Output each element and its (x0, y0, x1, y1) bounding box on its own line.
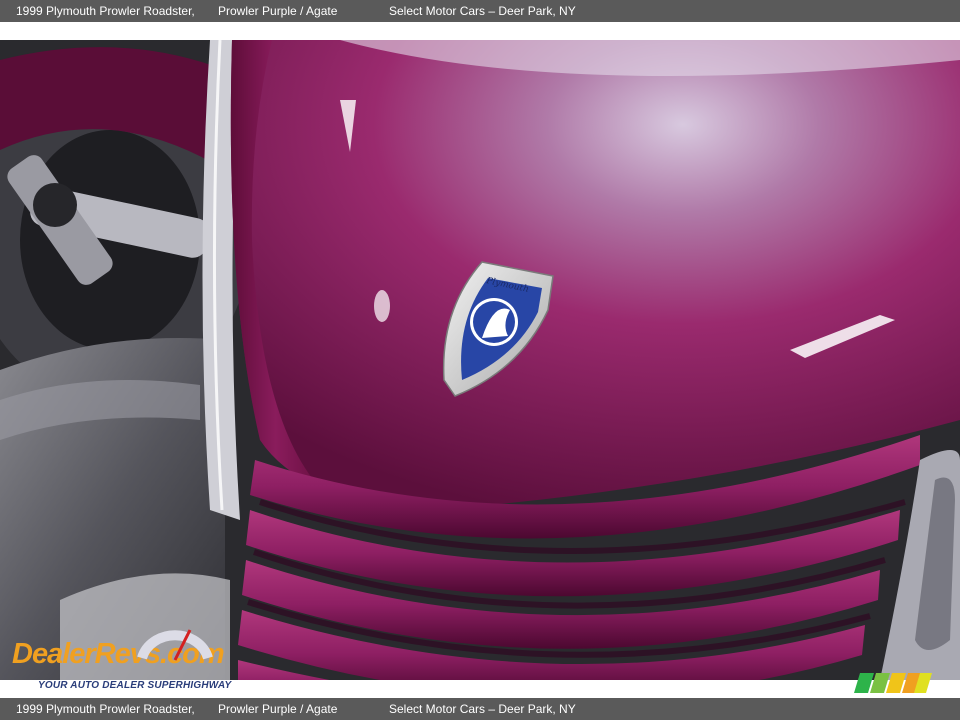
watermark-tagline: YOUR AUTO DEALER SUPERHIGHWAY (38, 680, 232, 691)
speed-stripes-icon (854, 673, 932, 693)
caption-bar-bottom: 1999 Plymouth Prowler Roadster, Prowler … (0, 698, 960, 720)
caption-bar-top: 1999 Plymouth Prowler Roadster, Prowler … (0, 0, 960, 22)
caption-color-bottom: Prowler Purple / Agate (218, 702, 338, 716)
caption-color: Prowler Purple / Agate (218, 4, 338, 18)
car-photo: Plymouth (0, 40, 960, 680)
caption-dealer: Select Motor Cars – Deer Park, NY (389, 4, 576, 18)
caption-title: 1999 Plymouth Prowler Roadster, (16, 4, 195, 18)
caption-dealer-bottom: Select Motor Cars – Deer Park, NY (389, 702, 576, 716)
caption-title-bottom: 1999 Plymouth Prowler Roadster, (16, 702, 195, 716)
